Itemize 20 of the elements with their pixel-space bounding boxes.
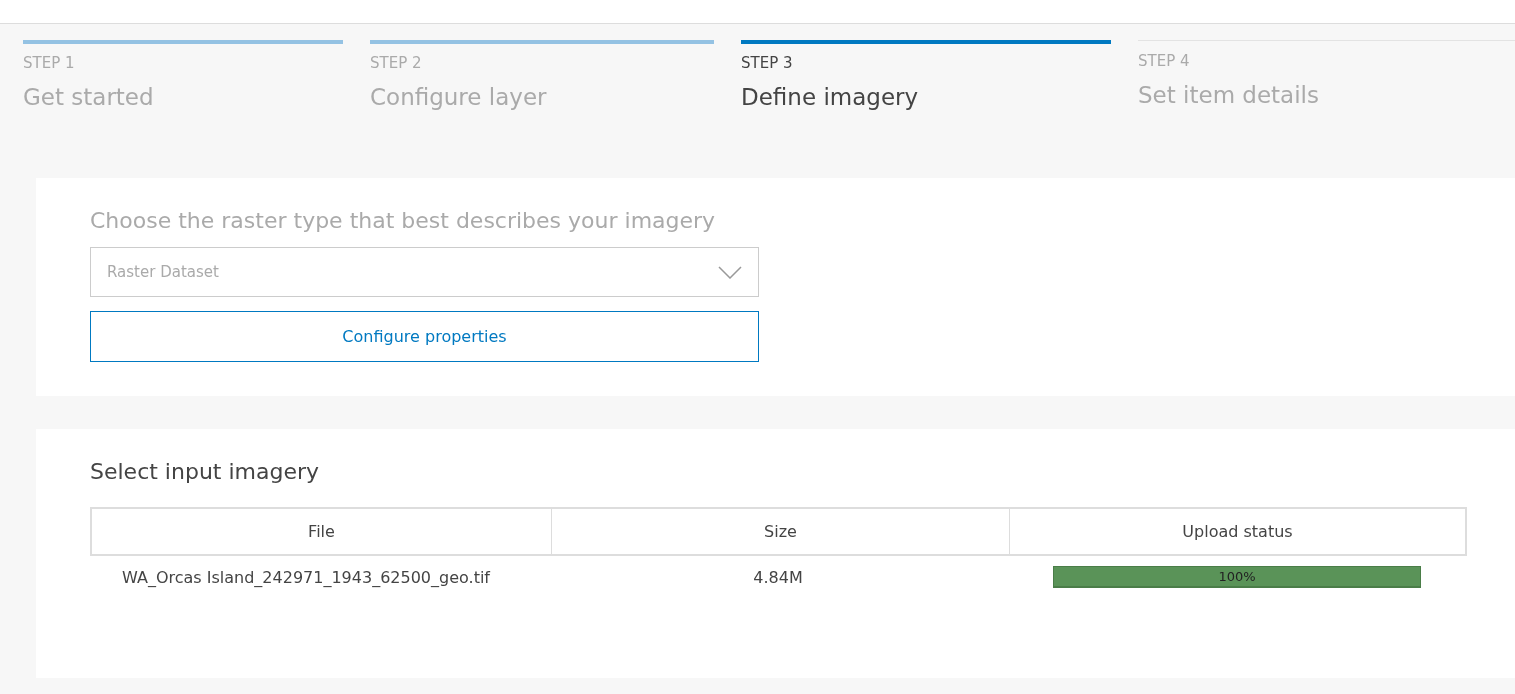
step-number: STEP 1 bbox=[23, 54, 76, 72]
section-heading: Choose the raster type that best describes your imagery bbox=[90, 208, 717, 233]
chevron-down-icon bbox=[718, 265, 742, 279]
step-title[interactable]: Get started bbox=[23, 84, 343, 110]
step-number: STEP 3 bbox=[741, 54, 794, 72]
step-title[interactable]: Define imagery bbox=[741, 84, 1111, 110]
column-header: Upload status bbox=[1009, 509, 1465, 554]
file-size-cell-text: 4.84M bbox=[752, 567, 804, 587]
step-number: STEP 2 bbox=[370, 54, 423, 72]
select-value: Raster Dataset bbox=[107, 263, 219, 281]
step-title[interactable]: Configure layer bbox=[370, 84, 714, 110]
configure-properties-button[interactable]: Configure properties bbox=[90, 311, 759, 362]
section-heading: Select input imagery bbox=[90, 459, 321, 484]
file-name-cell-text: WA_Orcas Island_242971_1943_62500_geo.tif bbox=[121, 567, 492, 587]
raster-type-select[interactable]: Raster Dataset bbox=[90, 247, 759, 297]
step-title[interactable]: Set item details bbox=[1138, 82, 1515, 108]
progress-percent: 100% bbox=[1217, 568, 1257, 586]
step-number: STEP 4 bbox=[1138, 52, 1191, 70]
column-header: File bbox=[307, 521, 336, 543]
column-header: Size bbox=[551, 509, 1009, 554]
